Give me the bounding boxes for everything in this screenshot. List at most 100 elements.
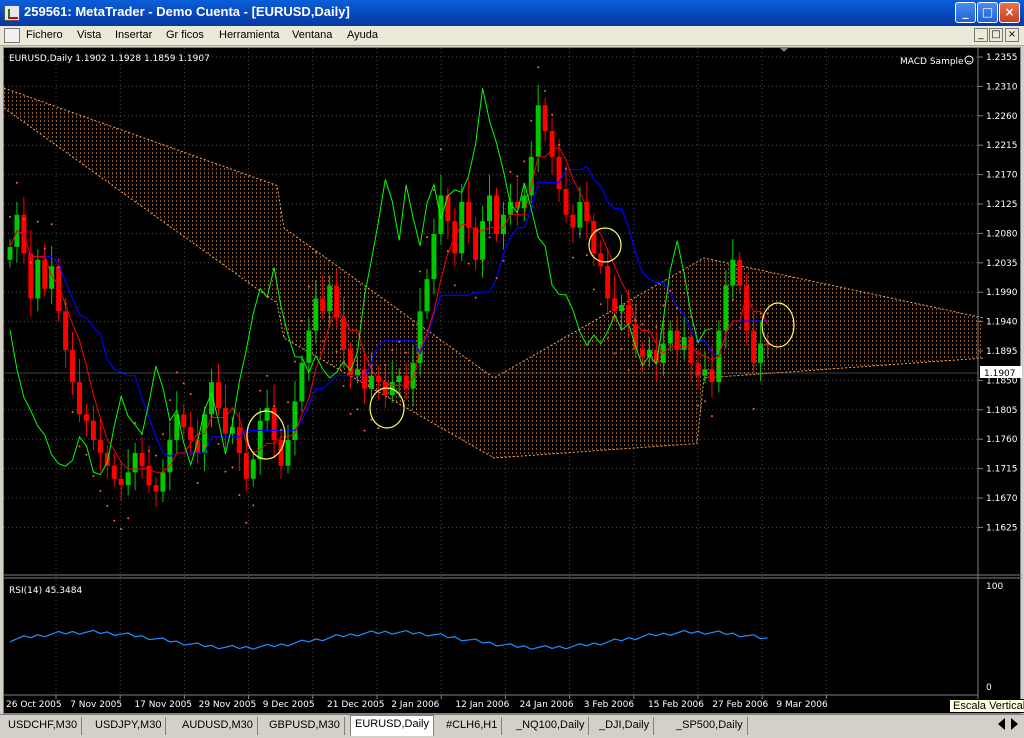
sar-dot xyxy=(669,289,672,292)
title-bar[interactable]: 259561: MetaTrader - Demo Cuenta - [EURU… xyxy=(0,0,1024,26)
tab-scroll-left-icon[interactable] xyxy=(998,718,1005,730)
sar-dot xyxy=(731,298,734,301)
sar-dot xyxy=(9,215,11,218)
candle-body xyxy=(570,214,576,228)
sar-dot xyxy=(432,189,435,192)
tab-audusd-m30[interactable]: AUDUSD,M30 xyxy=(178,717,258,735)
maximize-button[interactable]: □ xyxy=(977,2,998,23)
candle-body xyxy=(139,452,145,466)
sar-dot xyxy=(99,489,102,492)
candle-body xyxy=(181,414,187,428)
candle-body xyxy=(494,195,499,235)
tab-usdchf-m30[interactable]: USDCHF,M30 xyxy=(4,717,83,735)
sar-dot xyxy=(196,481,199,484)
minimize-button[interactable]: _ xyxy=(955,2,976,23)
mdi-restore-button[interactable]: □ xyxy=(989,28,1003,42)
price-tick-label: 1.1990 xyxy=(986,288,1018,298)
candle-body xyxy=(250,459,256,479)
sar-dot xyxy=(266,374,269,377)
candle-body xyxy=(549,131,555,157)
sar-dot xyxy=(154,454,157,457)
menu-herramienta[interactable]: Herramienta xyxy=(219,29,280,41)
sar-dot xyxy=(571,256,574,259)
sar-dot xyxy=(50,223,53,226)
sar-dot xyxy=(203,445,206,448)
time-tick-label: 27 Feb 2006 xyxy=(712,700,768,710)
candle-body xyxy=(417,311,423,363)
candle-body xyxy=(188,427,194,441)
tab-gbpusd-m30[interactable]: GBPUSD,M30 xyxy=(265,717,345,735)
candle-body xyxy=(528,156,534,196)
candle-body xyxy=(97,440,103,453)
price-tick-label: 1.2125 xyxy=(986,200,1018,210)
sar-dot xyxy=(300,319,303,322)
time-tick-label: 9 Mar 2006 xyxy=(776,700,828,710)
candle-body xyxy=(42,259,48,289)
candle-body xyxy=(605,266,611,299)
menu-vista[interactable]: Vista xyxy=(77,29,101,41)
app-icon[interactable] xyxy=(4,5,20,21)
menu-insertar[interactable]: Insertar xyxy=(115,29,152,41)
candle-body xyxy=(118,478,124,486)
candle-body xyxy=(313,298,319,331)
sar-dot xyxy=(634,318,637,321)
sar-dot xyxy=(349,412,352,415)
tab-clh6-h1[interactable]: #CLH6,H1 xyxy=(442,717,503,735)
candle-body xyxy=(236,427,242,453)
chart-window-icon[interactable] xyxy=(4,28,20,43)
sar-dot xyxy=(259,389,262,392)
tab-scroll-right-icon[interactable] xyxy=(1011,718,1018,730)
candle-body xyxy=(257,420,263,460)
candle-body xyxy=(299,362,305,402)
menu-ventana[interactable]: Ventana xyxy=(292,29,332,41)
rsi-line xyxy=(9,629,768,650)
sar-dot xyxy=(683,292,686,295)
sar-dot xyxy=(641,323,644,326)
tab-usdjpy-m30[interactable]: USDJPY,M30 xyxy=(91,717,167,735)
candle-body xyxy=(598,253,604,267)
candle-body xyxy=(626,304,632,325)
menu-graficos[interactable]: Gr ficos xyxy=(166,29,204,41)
shift-marker-icon[interactable] xyxy=(780,48,788,52)
tab-sp500-daily[interactable]: _SP500,Daily xyxy=(672,717,748,735)
close-button[interactable]: × xyxy=(999,2,1020,23)
price-tick-label: 1.1760 xyxy=(986,435,1018,445)
sar-dot xyxy=(189,393,192,396)
tab-eurusd-daily[interactable]: EURUSD,Daily xyxy=(350,715,434,736)
sar-dot xyxy=(697,404,700,407)
candle-body xyxy=(285,440,291,466)
sar-dot xyxy=(523,160,526,163)
sar-dot xyxy=(238,493,241,496)
expert-label: MACD Sample xyxy=(900,57,964,67)
sar-dot xyxy=(106,504,109,507)
sar-dot xyxy=(724,322,727,325)
candle-body xyxy=(431,234,437,280)
time-tick-label: 7 Nov 2005 xyxy=(70,700,122,710)
candle-body xyxy=(320,298,326,312)
sar-dot xyxy=(217,442,220,445)
candle-body xyxy=(466,201,472,228)
sar-dot xyxy=(43,247,46,250)
price-tick-label: 1.2170 xyxy=(986,171,1018,181)
sar-dot xyxy=(224,470,227,473)
time-tick-label: 9 Dec 2005 xyxy=(263,700,315,710)
rsi-header: RSI(14) 45.3484 xyxy=(9,586,82,596)
sar-dot xyxy=(71,411,74,414)
tab-dji-daily[interactable]: _DJI,Daily xyxy=(595,717,655,735)
menu-fichero[interactable]: Fichero xyxy=(26,29,63,41)
tab-nq100-daily[interactable]: _NQ100,Daily xyxy=(512,717,590,735)
candle-body xyxy=(577,201,583,228)
price-tick-label: 1.1805 xyxy=(986,406,1018,416)
price-tick-label: 1.1940 xyxy=(986,318,1018,328)
mdi-close-button[interactable]: × xyxy=(1005,28,1019,42)
chart-area[interactable]: 1.2355 1.2310 1.2260 1.2215 1.2170 1.2125 1.20… xyxy=(3,47,1022,715)
mdi-minimize-button[interactable]: _ xyxy=(974,28,988,42)
sar-dot xyxy=(467,262,470,265)
sar-dot xyxy=(648,314,651,317)
candle-body xyxy=(56,266,62,312)
price-tick-label: 1.2215 xyxy=(986,141,1018,151)
candle-body xyxy=(480,221,486,260)
sar-dot xyxy=(516,175,519,178)
menu-ayuda[interactable]: Ayuda xyxy=(347,29,378,41)
price-chart[interactable]: 1.2355 1.2310 1.2260 1.2215 1.2170 1.2125 1.20… xyxy=(4,48,1022,715)
